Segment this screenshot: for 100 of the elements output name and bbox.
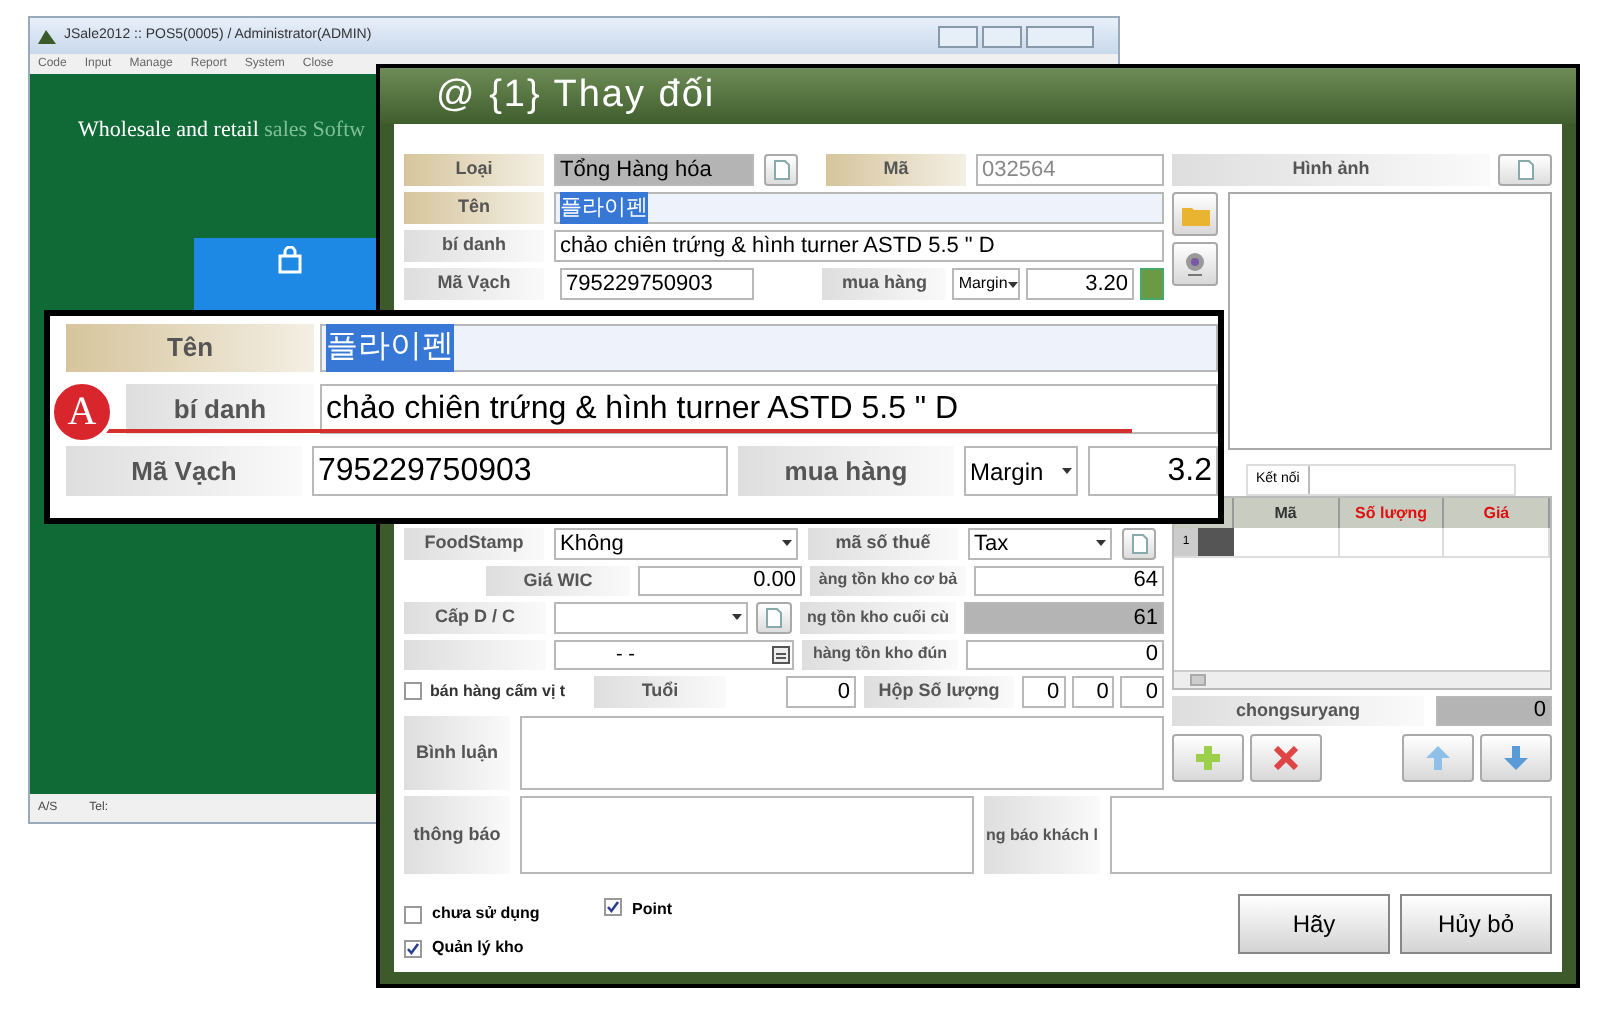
caret-icon <box>1062 468 1072 474</box>
toolbar-button[interactable] <box>1172 734 1244 782</box>
checkbox[interactable] <box>604 898 622 916</box>
check-icon <box>406 941 420 955</box>
checkbox[interactable] <box>404 939 422 957</box>
input-field[interactable]: 795229750903 <box>312 446 728 496</box>
field-label: ng tồn kho cuối cù <box>800 601 956 634</box>
app-icon <box>38 28 56 44</box>
delete-icon <box>1274 746 1298 770</box>
field-label: thông báo <box>404 796 510 874</box>
caret-icon <box>782 540 792 547</box>
input-field[interactable]: 0.00 <box>638 565 802 596</box>
minimize-button[interactable] <box>938 25 978 47</box>
toolbar-button[interactable] <box>1250 734 1322 782</box>
column-header[interactable]: Mã <box>1234 498 1340 528</box>
input-field[interactable]: 0 <box>786 675 856 708</box>
dialog-button[interactable]: Hủy bỏ <box>1400 894 1552 954</box>
field-label: Mã Vạch <box>404 268 544 300</box>
document-icon <box>1517 160 1533 180</box>
table-cell[interactable] <box>1198 528 1234 556</box>
new-document-button[interactable] <box>764 154 798 186</box>
field-label: mua hàng <box>738 446 954 496</box>
input-field[interactable]: 3.2 <box>1088 446 1218 496</box>
input-field[interactable]: chảo chiên trứng & hình turner ASTD 5.5 " D <box>320 384 1218 434</box>
checkbox-label: Point <box>632 898 672 922</box>
field-label: Mã <box>826 154 966 186</box>
checkbox[interactable] <box>404 682 422 701</box>
field-label: Mã Vạch <box>66 446 302 496</box>
document-icon <box>773 160 789 180</box>
input-field[interactable] <box>520 796 974 874</box>
input-field[interactable] <box>520 715 1164 790</box>
input-field[interactable]: 3.20 <box>1026 268 1135 300</box>
dialog-title: @ {1} Thay đối <box>436 71 716 120</box>
input-field[interactable]: 플라이펜 <box>554 192 1164 224</box>
toolbar-button[interactable] <box>1402 734 1474 782</box>
field-label: Tên <box>66 324 314 372</box>
input-field[interactable]: 0 <box>1120 675 1165 708</box>
field-label: hàng tồn kho đún <box>802 639 958 670</box>
dropdown[interactable] <box>554 601 748 634</box>
field-label <box>404 639 546 670</box>
plus-icon <box>1196 746 1220 770</box>
checkbox[interactable] <box>404 905 422 923</box>
calendar-icon <box>772 645 790 664</box>
dropdown[interactable]: Margin <box>952 268 1021 300</box>
field-label: bí danh <box>126 384 314 434</box>
input-field[interactable]: 0 <box>1022 675 1066 708</box>
check-icon <box>606 900 620 914</box>
input-field[interactable]: 032564 <box>976 154 1164 186</box>
input-field[interactable]: 플라이펜 <box>320 324 1218 372</box>
toolbar-button[interactable] <box>1172 192 1218 236</box>
field-label: Hình ảnh <box>1172 154 1490 186</box>
field-label: bí danh <box>404 230 544 262</box>
horizontal-scrollbar[interactable] <box>1174 670 1550 688</box>
input-field[interactable]: 795229750903 <box>559 268 755 300</box>
document-icon <box>1131 533 1147 554</box>
input-field[interactable]: 64 <box>974 565 1164 596</box>
dialog-button[interactable]: Hãy <box>1238 894 1390 954</box>
new-document-button[interactable] <box>1498 154 1552 186</box>
toolbar-button[interactable] <box>1172 242 1218 286</box>
caret-icon <box>1007 281 1018 287</box>
checkbox-label: chưa sử dụng <box>432 902 540 926</box>
input-field[interactable] <box>1110 796 1552 874</box>
up-arrow-icon <box>1426 746 1450 770</box>
input-field[interactable]: chảo chiên trứng & hình turner ASTD 5.5 " D <box>554 230 1164 262</box>
webcam-icon <box>1184 252 1206 276</box>
input-field[interactable]: 0 <box>966 639 1164 670</box>
field-label: chongsuryang <box>1172 696 1424 726</box>
field-label: Cấp D / C <box>404 601 546 634</box>
new-document-button[interactable] <box>1122 527 1156 560</box>
maximize-button[interactable] <box>982 25 1022 47</box>
checkbox-label: Quản lý kho <box>432 936 524 960</box>
banner-text: Wholesale and retail sales Softw <box>78 116 366 146</box>
shopping-bag-icon <box>276 246 304 274</box>
input-field[interactable]: 61 <box>964 601 1164 634</box>
document-icon <box>766 607 782 628</box>
folder-icon <box>1181 203 1209 225</box>
input-field[interactable]: Tổng Hàng hóa <box>554 154 754 186</box>
field-label: Hộp Số lượng <box>864 675 1014 708</box>
date-field[interactable]: - - <box>554 639 794 670</box>
checkbox-label: bán hàng cấm vị t <box>430 679 566 704</box>
field-label: FoodStamp <box>404 527 544 560</box>
input-field[interactable]: 0 <box>1071 675 1115 708</box>
field-label: Giá WIC <box>486 565 630 596</box>
field-label: Tên <box>404 192 544 224</box>
field-label: Loại <box>404 154 544 186</box>
input-field[interactable]: 0 <box>1436 696 1552 726</box>
field-label: àng tồn kho cơ bả <box>810 565 966 596</box>
field-label: mua hàng <box>822 268 947 300</box>
dropdown[interactable]: Không <box>554 527 798 560</box>
new-document-button[interactable] <box>756 601 792 634</box>
dropdown[interactable]: Tax <box>968 527 1112 560</box>
field-label: Bình luận <box>404 715 510 790</box>
field-label: ng báo khách l <box>984 796 1100 874</box>
field-label: mã số thuế <box>808 527 958 560</box>
close-button[interactable] <box>1026 25 1094 47</box>
caret-icon <box>732 614 742 621</box>
caret-icon <box>1096 540 1106 547</box>
down-arrow-icon <box>1504 746 1528 770</box>
toolbar-button[interactable] <box>1480 734 1552 782</box>
dropdown[interactable]: Margin <box>964 446 1078 496</box>
